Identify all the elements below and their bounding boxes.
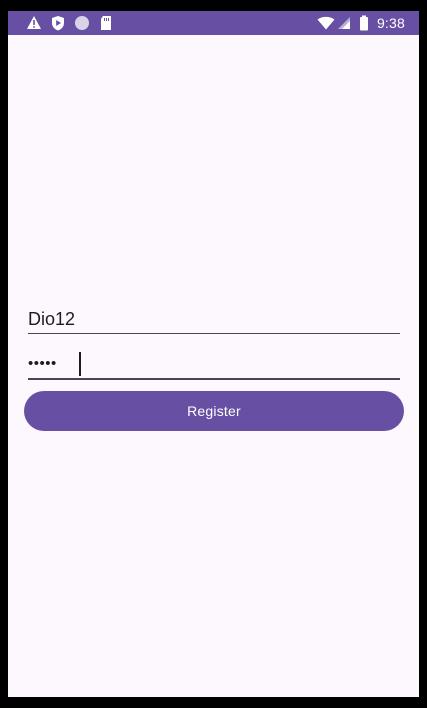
- wifi-icon: [317, 16, 335, 30]
- cell-signal-icon: [338, 17, 350, 29]
- username-field[interactable]: Dio12: [28, 307, 400, 334]
- battery-icon: [360, 15, 368, 31]
- password-field[interactable]: •••••: [28, 350, 400, 380]
- username-value: Dio12: [28, 309, 76, 329]
- text-cursor: [79, 352, 81, 376]
- sd-card-icon: [101, 16, 111, 30]
- warning-icon: [27, 16, 41, 29]
- device-frame: 9:38 Dio12 ••••• Register: [0, 0, 427, 708]
- password-value: •••••: [28, 355, 57, 372]
- status-bar: 9:38: [8, 11, 419, 35]
- app-screen: 9:38 Dio12 ••••• Register: [8, 11, 419, 697]
- register-button[interactable]: Register: [24, 391, 404, 431]
- play-protect-icon: [52, 16, 64, 31]
- circle-icon: [75, 16, 89, 30]
- status-time: 9:38: [376, 15, 405, 31]
